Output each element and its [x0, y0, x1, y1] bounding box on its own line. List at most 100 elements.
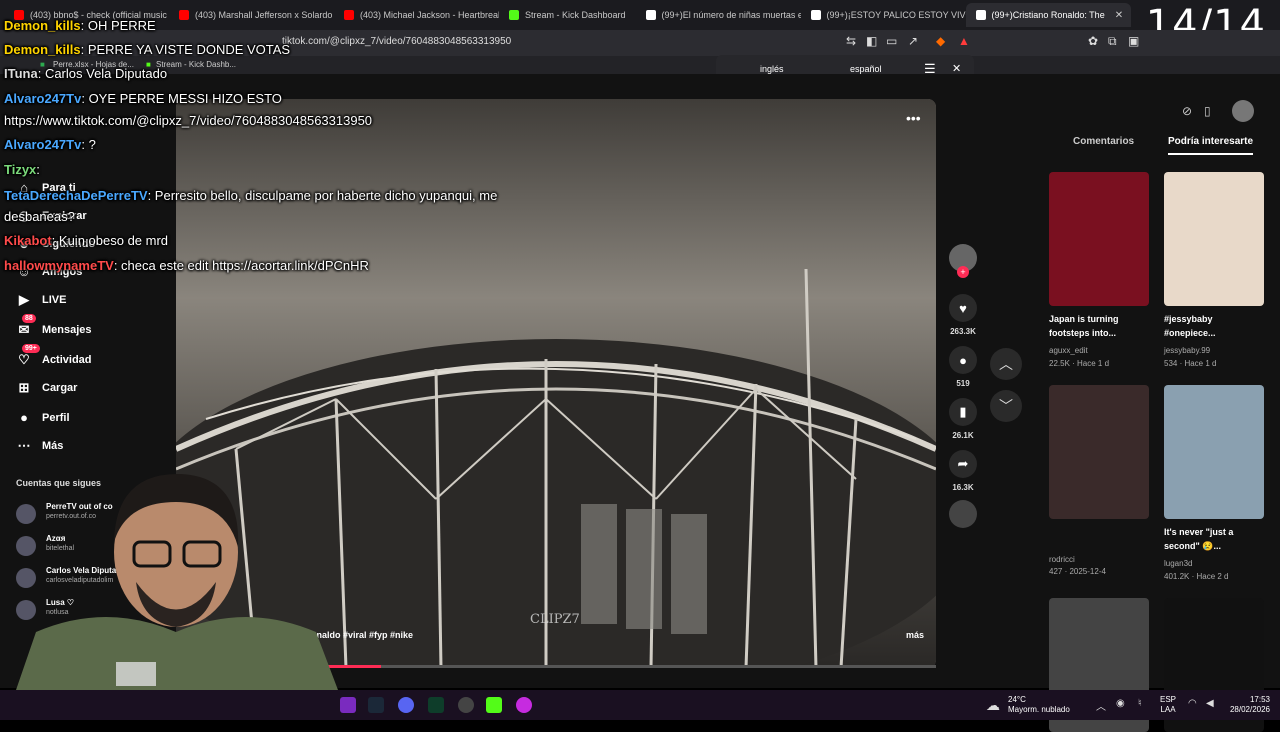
profile-avatar[interactable]	[1232, 100, 1254, 122]
windows-taskbar: ☁ 24°C Mayorm. nublado ︿ ◉ ♮ ESP LAA ◠ ◀…	[0, 690, 1280, 720]
discord-icon[interactable]	[398, 697, 414, 713]
video-author[interactable]: lugan3d	[1164, 559, 1192, 568]
chat-message: ITuna: Carlos Vela Diputado	[4, 66, 168, 81]
tab-title: (99+)¡ESTOY PALICO ESTOY VIVO! |	[826, 10, 966, 20]
chat-username: Demon_kills	[4, 42, 81, 57]
sidebar-toggle-icon[interactable]: ▣	[1128, 34, 1139, 48]
network-icon[interactable]: ◉	[1116, 698, 1125, 709]
bookmark-item[interactable]: Stream - Kick Dashb...	[156, 60, 236, 69]
puzzle-icon[interactable]: ⧉	[1108, 34, 1117, 49]
browser-tab[interactable]: Stream - Kick Dashboard	[499, 3, 636, 27]
video-title[interactable]: Japan is turning footsteps into...	[1049, 312, 1149, 340]
chat-text: https://www.tiktok.com/@clipxz_7/video/7…	[4, 113, 373, 128]
chat-message: desbaneas?	[4, 209, 75, 224]
author-avatar[interactable]: +	[948, 244, 978, 278]
chat-username: Demon_kills	[4, 18, 81, 33]
sound-disc[interactable]	[948, 500, 978, 528]
opera-icon[interactable]	[516, 697, 532, 713]
sidebar-item-label: Perfil	[42, 411, 70, 424]
video-author[interactable]: rodricci	[1049, 555, 1075, 564]
tab-title: Stream - Kick Dashboard	[525, 10, 626, 20]
comment-button[interactable]: ● 519	[948, 346, 978, 388]
browser-tab[interactable]: (99+)¡ESTOY PALICO ESTOY VIVO! |	[801, 3, 966, 27]
video-author[interactable]: aguxx_edit	[1049, 346, 1088, 355]
sidebar-item-más[interactable]: ⋯ Más	[16, 438, 64, 454]
weather-widget[interactable]: 24°C Mayorm. nublado	[1008, 695, 1070, 715]
browser-tab-bar: (403) bbno$ - check (official music (403)…	[0, 0, 1280, 30]
sidebar-item-label: Cargar	[42, 382, 78, 394]
video-thumbnail[interactable]	[1049, 385, 1149, 519]
profile-icon: ●	[20, 410, 28, 425]
chat-text: PERRE YA VISTE DONDE VOTAS	[87, 42, 291, 57]
video-thumbnail[interactable]	[1049, 172, 1149, 306]
more-link[interactable]: más	[906, 630, 924, 640]
chat-text: Kuin obeso de mrd	[58, 233, 169, 248]
like-button[interactable]: ♥ 263.3K	[948, 294, 978, 336]
kick-icon[interactable]	[486, 697, 502, 713]
translate-from-tab[interactable]: inglés	[760, 64, 784, 74]
browser-tab[interactable]: (403) Michael Jackson - Heartbreak	[334, 3, 499, 27]
app-icon[interactable]	[340, 697, 356, 713]
activity-icon: ♡	[18, 352, 30, 367]
chat-message: hallowmynameTV: checa este edit https://…	[4, 258, 369, 273]
video-thumbnail[interactable]	[1164, 172, 1264, 306]
microphone-icon[interactable]: ♮	[1138, 698, 1142, 709]
chat-message: Demon_kills: OH PERRE	[4, 18, 156, 33]
sidebar-item-mensajes[interactable]: ✉ Mensajes 88	[16, 314, 92, 338]
video-title[interactable]: #jessybaby #onepiece...	[1164, 312, 1264, 340]
wifi-icon[interactable]: ◠	[1188, 698, 1197, 709]
video-thumbnail[interactable]	[1164, 385, 1264, 519]
heart-icon: ♥	[949, 294, 977, 322]
tab-title: (99+)El número de niñas muertas en	[661, 10, 801, 20]
extension-icon[interactable]: ✿	[1088, 34, 1098, 48]
chevron-up-tray-icon[interactable]: ︿	[1096, 698, 1106, 713]
sidebar-item-live[interactable]: ▶ LIVE	[16, 292, 66, 308]
cast-icon[interactable]: ▭	[886, 34, 897, 48]
device-icon[interactable]: ▯	[1204, 104, 1211, 118]
share-button[interactable]: ➦ 16.3K	[948, 450, 978, 492]
chat-message: TetaDerechaDePerreTV: Perresito bello, d…	[4, 188, 498, 203]
sidebar-item-label: Mensajes	[42, 324, 92, 336]
share-count: 16.3K	[952, 483, 974, 492]
brave-shield-icon[interactable]: ◆	[936, 34, 945, 48]
sidebar-item-cargar[interactable]: ⊞ Cargar	[16, 380, 78, 396]
volume-icon[interactable]: ◀	[1206, 698, 1214, 709]
save-button[interactable]: ▮ 26.1K	[948, 398, 978, 440]
reader-icon[interactable]: ◧	[866, 34, 877, 48]
chat-message: Alvaro247Tv: OYE PERRE MESSI HIZO ESTO	[4, 91, 282, 106]
chat-text: desbaneas?	[4, 209, 75, 224]
chat-username: Kikabot	[4, 233, 52, 248]
share-icon[interactable]: ↗	[908, 34, 918, 48]
clock[interactable]: 17:53 28/02/2026	[1226, 695, 1270, 715]
tab-title: (99+)Cristiano Ronaldo: The	[991, 10, 1105, 20]
browser-tab[interactable]: (99+)El número de niñas muertas en	[636, 3, 801, 27]
notification-badge: 99+	[22, 344, 40, 353]
settings-icon[interactable]: ⊘	[1182, 104, 1192, 118]
weather-icon: ☁	[986, 697, 1000, 713]
translate-icon[interactable]: ⇆	[846, 34, 856, 48]
browser-tab[interactable]: (403) Marshall Jefferson x Solardo -	[169, 3, 334, 27]
chat-message: https://www.tiktok.com/@clipxz_7/video/7…	[4, 113, 372, 128]
close-tab-icon[interactable]: ✕	[1115, 10, 1123, 21]
tab-comentarios[interactable]: Comentarios	[1073, 136, 1134, 147]
sidebar-item-perfil[interactable]: ● Perfil	[16, 410, 70, 425]
sidebar-item-actividad[interactable]: ♡ Actividad 99+	[16, 344, 92, 368]
url-text[interactable]: tiktok.com/@clipxz_7/video/7604883048563…	[282, 36, 511, 47]
video-stats: 22.5K · Hace 1 d	[1049, 359, 1110, 368]
translate-to-tab[interactable]: español	[850, 64, 882, 74]
video-author[interactable]: jessybaby.99	[1164, 346, 1210, 355]
more-options-icon[interactable]: •••	[906, 110, 921, 126]
language-indicator[interactable]: ESP LAA	[1160, 695, 1176, 715]
browser-tab[interactable]: (99+)Cristiano Ronaldo: The ✕	[965, 3, 1131, 27]
steam-icon[interactable]	[368, 697, 384, 713]
video-title[interactable]: It's never "just a second" 😢...	[1164, 525, 1264, 553]
terminal-icon[interactable]	[428, 697, 444, 713]
tab-podria-interesarte[interactable]: Podría interesarte	[1168, 136, 1254, 155]
follow-plus-icon[interactable]: +	[957, 266, 969, 278]
obs-icon[interactable]	[458, 697, 474, 713]
tab-favicon	[344, 10, 354, 20]
chevron-up-icon[interactable]: ︿	[990, 348, 1022, 380]
chevron-down-icon[interactable]: ﹀	[990, 390, 1022, 422]
rewards-icon[interactable]: ▲	[958, 34, 970, 48]
chat-username: Alvaro247Tv	[4, 91, 82, 106]
